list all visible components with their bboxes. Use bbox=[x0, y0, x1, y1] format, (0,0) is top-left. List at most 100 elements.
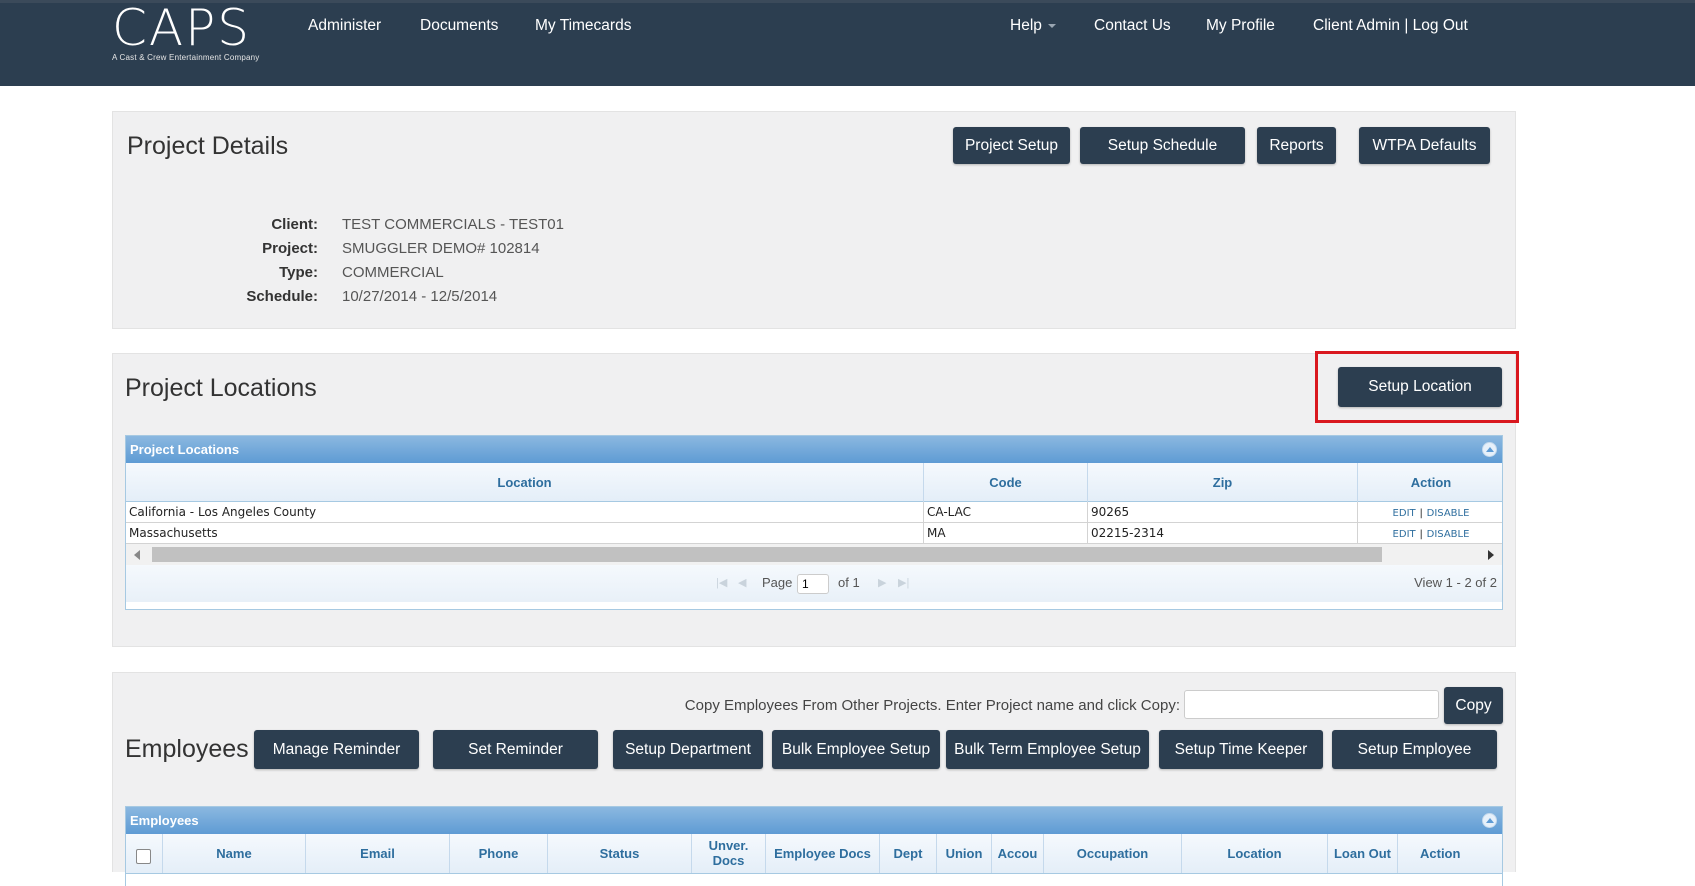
column-header-union[interactable]: Union bbox=[937, 834, 992, 873]
cell-code: MA bbox=[924, 523, 1088, 544]
copy-employees-prompt: Copy Employees From Other Projects. Ente… bbox=[684, 697, 1180, 714]
setup-time-keeper-button[interactable]: Setup Time Keeper bbox=[1159, 730, 1323, 769]
wtpa-defaults-button[interactable]: WTPA Defaults bbox=[1359, 127, 1490, 164]
employees-panel: Copy Employees From Other Projects. Ente… bbox=[112, 672, 1516, 886]
chevron-down-icon bbox=[1047, 23, 1056, 28]
setup-schedule-button[interactable]: Setup Schedule bbox=[1080, 127, 1245, 164]
copy-button[interactable]: Copy bbox=[1444, 687, 1503, 724]
collapse-icon[interactable] bbox=[1482, 442, 1497, 457]
detail-label: Type: bbox=[279, 264, 318, 281]
column-header-action: Action bbox=[1410, 475, 1452, 490]
grid-header-row: Location Code Zip Action bbox=[126, 463, 1502, 502]
last-page-icon[interactable]: ▶| bbox=[898, 576, 909, 589]
prev-page-icon[interactable]: ◀ bbox=[738, 576, 746, 589]
column-header-email[interactable]: Email bbox=[306, 834, 450, 873]
cell-location: California - Los Angeles County bbox=[126, 502, 924, 523]
column-header-account[interactable]: Accou bbox=[992, 834, 1044, 873]
nav-contact-us[interactable]: Contact Us bbox=[1094, 17, 1171, 35]
view-records-text: View 1 - 2 of 2 bbox=[1414, 575, 1497, 590]
employees-grid: Employees Name Email Phone Status Unver.… bbox=[125, 806, 1503, 886]
nav-client-admin-logout[interactable]: Client Admin | Log Out bbox=[1313, 17, 1468, 35]
project-locations-grid: Project Locations Location Code Zip Acti… bbox=[125, 435, 1503, 610]
grid-caption-label: Project Locations bbox=[130, 442, 240, 457]
grid-header-row: Name Email Phone Status Unver. Docs Empl… bbox=[126, 834, 1502, 874]
cell-action: EDIT | DISABLE bbox=[1358, 523, 1504, 544]
setup-department-button[interactable]: Setup Department bbox=[613, 730, 763, 769]
bulk-term-employee-setup-button[interactable]: Bulk Term Employee Setup bbox=[946, 730, 1149, 769]
caps-logo[interactable]: CAPS A Cast & Crew Entertainment Company bbox=[112, 3, 260, 62]
horizontal-scrollbar[interactable] bbox=[126, 544, 1502, 565]
column-header-zip[interactable]: Zip bbox=[1088, 463, 1358, 502]
cell-code: CA-LAC bbox=[924, 502, 1088, 523]
grid-pager: |◀ ◀ Page of 1 ▶ ▶| View 1 - 2 of 2 bbox=[126, 565, 1502, 602]
page-number-input[interactable] bbox=[797, 574, 829, 594]
first-page-icon[interactable]: |◀ bbox=[716, 576, 727, 589]
scroll-left-arrow-icon[interactable] bbox=[134, 550, 140, 560]
project-locations-title: Project Locations bbox=[125, 374, 317, 402]
column-header-name[interactable]: Name bbox=[163, 834, 306, 873]
column-header-loan-out[interactable]: Loan Out bbox=[1328, 834, 1398, 873]
column-header-occupation[interactable]: Occupation bbox=[1044, 834, 1182, 873]
edit-link[interactable]: EDIT bbox=[1393, 508, 1416, 519]
nav-help-label: Help bbox=[1010, 17, 1042, 34]
nav-help[interactable]: Help bbox=[1010, 17, 1056, 35]
table-row[interactable]: California - Los Angeles County CA-LAC 9… bbox=[126, 502, 1502, 523]
grid-caption: Employees bbox=[126, 807, 1502, 834]
grid-caption: Project Locations bbox=[126, 436, 1502, 463]
select-all-checkbox[interactable] bbox=[136, 849, 151, 864]
collapse-icon[interactable] bbox=[1482, 813, 1497, 828]
manage-reminder-button[interactable]: Manage Reminder bbox=[254, 730, 419, 769]
scroll-right-arrow-icon[interactable] bbox=[1488, 550, 1494, 560]
action-separator: | bbox=[1419, 529, 1423, 540]
nav-my-timecards[interactable]: My Timecards bbox=[535, 17, 631, 35]
project-details-title: Project Details bbox=[127, 132, 289, 160]
project-locations-panel: Project Locations Setup Location Project… bbox=[112, 353, 1516, 647]
cell-action: EDIT | DISABLE bbox=[1358, 502, 1504, 523]
highlight-annotation bbox=[1315, 351, 1519, 423]
column-header-action: Action bbox=[1420, 846, 1461, 861]
scroll-thumb[interactable] bbox=[152, 547, 1382, 562]
grid-caption-label: Employees bbox=[130, 813, 199, 828]
column-header-select bbox=[126, 834, 163, 873]
column-header-employee-docs[interactable]: Employee Docs bbox=[766, 834, 880, 873]
detail-value: TEST COMMERCIALS - TEST01 bbox=[342, 216, 564, 233]
cell-zip: 02215-2314 bbox=[1088, 523, 1358, 544]
disable-link[interactable]: DISABLE bbox=[1427, 529, 1470, 540]
nav-documents[interactable]: Documents bbox=[420, 17, 498, 35]
top-navbar: CAPS A Cast & Crew Entertainment Company… bbox=[0, 0, 1695, 86]
detail-label: Schedule: bbox=[246, 288, 318, 305]
project-details-panel: Project Details Project Setup Setup Sche… bbox=[112, 111, 1516, 329]
bulk-employee-setup-button[interactable]: Bulk Employee Setup bbox=[772, 730, 940, 769]
logo-text: CAPS bbox=[112, 0, 252, 57]
project-setup-button[interactable]: Project Setup bbox=[953, 127, 1070, 164]
column-header-status[interactable]: Status bbox=[548, 834, 692, 873]
set-reminder-button[interactable]: Set Reminder bbox=[433, 730, 598, 769]
action-separator: | bbox=[1419, 508, 1423, 519]
detail-label: Project: bbox=[262, 240, 318, 257]
column-header-code[interactable]: Code bbox=[924, 463, 1088, 502]
column-header-dept[interactable]: Dept bbox=[880, 834, 937, 873]
nav-administer[interactable]: Administer bbox=[308, 17, 381, 35]
column-header-location[interactable]: Location bbox=[126, 463, 924, 502]
cell-location: Massachusetts bbox=[126, 523, 924, 544]
column-header-phone[interactable]: Phone bbox=[450, 834, 548, 873]
next-page-icon[interactable]: ▶ bbox=[878, 576, 886, 589]
column-header-unverified-docs[interactable]: Unver. Docs bbox=[692, 834, 766, 873]
nav-my-profile[interactable]: My Profile bbox=[1206, 17, 1275, 35]
page-label: Page bbox=[762, 575, 793, 590]
cell-zip: 90265 bbox=[1088, 502, 1358, 523]
reports-button[interactable]: Reports bbox=[1257, 127, 1336, 164]
detail-value: COMMERCIAL bbox=[342, 264, 444, 281]
setup-employee-button[interactable]: Setup Employee bbox=[1332, 730, 1497, 769]
detail-value: SMUGGLER DEMO# 102814 bbox=[342, 240, 540, 257]
employees-title: Employees bbox=[125, 735, 249, 763]
detail-label: Client: bbox=[271, 216, 318, 233]
table-row[interactable]: Massachusetts MA 02215-2314 EDIT | DISAB… bbox=[126, 523, 1502, 544]
detail-value: 10/27/2014 - 12/5/2014 bbox=[342, 288, 498, 305]
copy-project-input[interactable] bbox=[1184, 690, 1439, 719]
page-of-label: of 1 bbox=[838, 575, 860, 590]
logo-tagline: A Cast & Crew Entertainment Company bbox=[112, 53, 260, 62]
column-header-location[interactable]: Location bbox=[1182, 834, 1328, 873]
edit-link[interactable]: EDIT bbox=[1393, 529, 1416, 540]
disable-link[interactable]: DISABLE bbox=[1427, 508, 1470, 519]
